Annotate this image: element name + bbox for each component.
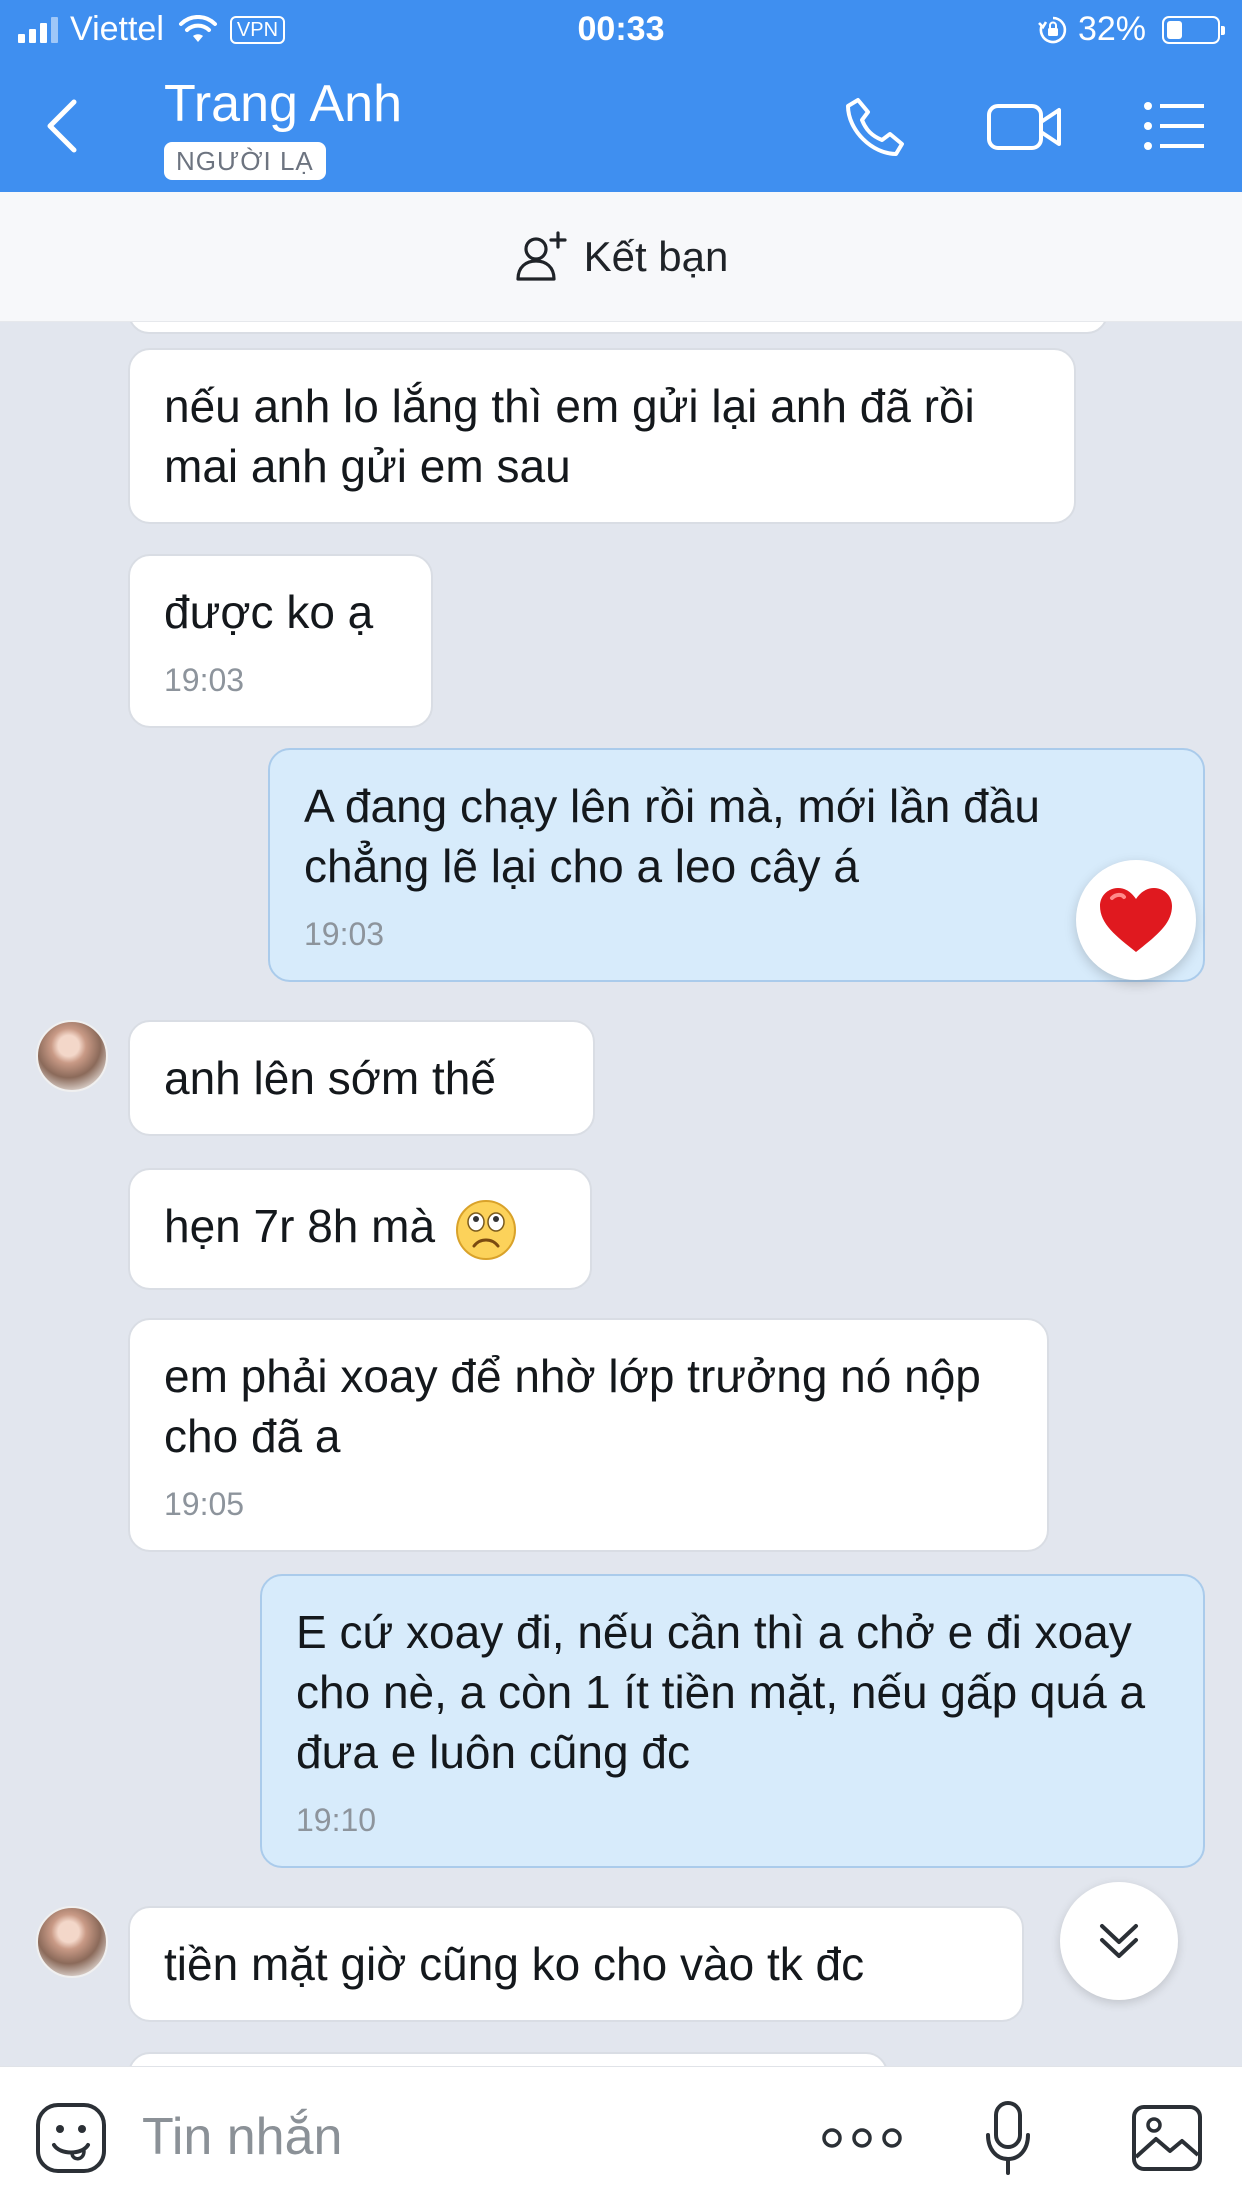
contact-name[interactable]: Trang Anh	[164, 74, 402, 134]
message-time: 19:03	[164, 662, 245, 698]
message-text: em phải xoay để nhờ lớp trưởng nó nộp ch…	[164, 1350, 981, 1462]
message-text: nếu anh lo lắng thì em gửi lại anh đã rồ…	[164, 380, 975, 492]
message-text: anh lên sớm thế	[164, 1052, 496, 1104]
message-bubble-outgoing[interactable]: E cứ xoay đi, nếu cần thì a chở e đi xoa…	[260, 1574, 1205, 1868]
message-list[interactable]: nếu anh lo lắng thì em gửi lại anh đã rồ…	[0, 322, 1242, 2066]
reaction-badge[interactable]	[1076, 860, 1196, 980]
message-text: hẹn 7r 8h mà	[164, 1200, 436, 1252]
stranger-badge: NGƯỜI LẠ	[164, 142, 326, 180]
orientation-lock-icon	[1038, 16, 1067, 43]
message-bubble-incoming[interactable]: nếu anh lo lắng thì em gửi lại anh đã rồ…	[128, 348, 1076, 524]
add-user-icon	[515, 230, 567, 281]
call-button[interactable]	[840, 92, 910, 167]
message-text: A đang chạy lên rồi mà, mới lần đầu chẳn…	[304, 780, 1040, 892]
battery-percent: 32%	[1077, 10, 1146, 48]
message-time: 19:03	[304, 916, 385, 952]
back-button[interactable]	[30, 90, 90, 160]
message-bubble-incoming[interactable]: được ko ạ 19:03	[128, 554, 433, 728]
list-menu-icon	[1144, 102, 1204, 150]
message-text: tiền mặt giờ cũng ko cho vào tk đc	[164, 1938, 865, 1990]
chat-screen: Viettel VPN 00:33 32% Trang Anh NGƯỜI LẠ…	[0, 0, 1242, 2208]
battery-fill	[1167, 20, 1183, 39]
message-bubble-partial	[128, 322, 1108, 334]
message-input[interactable]: Tin nhắn	[142, 2107, 342, 2167]
message-bubble-outgoing[interactable]: A đang chạy lên rồi mà, mới lần đầu chẳn…	[268, 748, 1205, 982]
message-text: được ko ạ	[164, 586, 374, 638]
message-bubble-incoming[interactable]: tiền mặt giờ cũng ko cho vào tk đc	[128, 1906, 1024, 2022]
message-bubble-incoming[interactable]: hẹn 7r 8h mà	[128, 1168, 592, 1290]
status-bar: Viettel VPN 00:33 32%	[0, 0, 1242, 60]
message-text: E cứ xoay đi, nếu cần thì a chở e đi xoa…	[296, 1606, 1146, 1778]
chat-header: Viettel VPN 00:33 32% Trang Anh NGƯỜI LẠ	[0, 0, 1242, 192]
sticker-button[interactable]	[34, 2101, 108, 2180]
voice-message-button[interactable]	[982, 2099, 1034, 2184]
message-time: 19:05	[164, 1486, 245, 1522]
sad-face-emoji-icon	[455, 1199, 516, 1260]
message-bubble-incoming[interactable]: em phải xoay để nhờ lớp trưởng nó nộp ch…	[128, 1318, 1049, 1552]
message-input-bar: Tin nhắn	[0, 2066, 1242, 2208]
double-chevron-down-icon	[1100, 1924, 1138, 1958]
heart-icon	[1100, 888, 1172, 952]
chevron-left-icon	[47, 99, 77, 153]
phone-icon	[846, 98, 904, 156]
image-icon	[1132, 2105, 1202, 2171]
add-friend-label: Kết bạn	[583, 232, 729, 280]
add-friend-bar: Kết bạn	[0, 192, 1242, 322]
avatar[interactable]	[36, 1020, 108, 1092]
more-dots-icon	[822, 2128, 902, 2148]
message-bubble-incoming[interactable]: anh lên sớm thế	[128, 1020, 595, 1136]
message-time: 19:10	[296, 1802, 377, 1838]
scroll-to-bottom-button[interactable]	[1060, 1882, 1178, 2000]
add-friend-button[interactable]: Kết bạn	[514, 229, 729, 285]
menu-button[interactable]	[1142, 92, 1208, 167]
more-options-button[interactable]	[820, 2123, 904, 2158]
battery-icon	[1162, 15, 1225, 44]
microphone-icon	[986, 2101, 1030, 2175]
send-image-button[interactable]	[1130, 2103, 1204, 2178]
avatar[interactable]	[36, 1906, 108, 1978]
message-bubble-partial	[128, 2052, 888, 2066]
video-call-button[interactable]	[985, 92, 1065, 167]
status-right: 32%	[1038, 10, 1225, 49]
video-camera-icon	[987, 104, 1061, 150]
sticker-face-icon	[36, 2103, 106, 2173]
